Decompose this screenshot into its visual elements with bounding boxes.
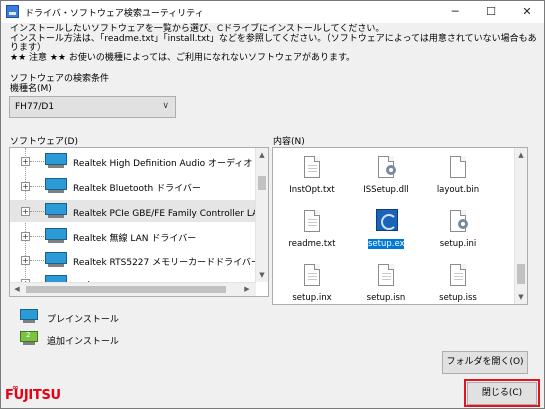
utility-window: ドライバ・ソフトウェア検索ユーティリティ ─ ☐ ✕ インストールしたいソフトウ… <box>0 0 545 409</box>
maximize-button[interactable]: ☐ <box>473 1 509 23</box>
preinstall-legend-label: プレインストール <box>47 315 119 325</box>
file-item[interactable]: ISSetup.dll <box>351 152 421 202</box>
tree-item-wireless-lan[interactable]: + Realtek 無線 LAN ドライバー <box>10 225 255 247</box>
file-name: ISSetup.dll <box>363 185 409 195</box>
model-select[interactable]: FH77/D1 ∨ <box>9 96 176 118</box>
file-name: layout.bin <box>436 185 480 195</box>
tree-vertical-scrollbar[interactable]: ▲ ▼ <box>255 148 268 282</box>
preinstall-monitor-icon <box>45 153 67 168</box>
expand-icon[interactable]: + <box>21 232 30 241</box>
model-name-label: 機種名(M) <box>10 84 52 94</box>
scroll-up-arrow-icon[interactable]: ▲ <box>515 148 527 162</box>
tree-item-lan[interactable]: + Realtek PCIe GBE/FE Family Controller … <box>10 200 268 222</box>
tree-item-label: Realtek RTS5227 メモリーカードドライバー <box>73 258 260 268</box>
close-button-highlight-frame <box>464 379 540 407</box>
scroll-down-arrow-icon[interactable]: ▼ <box>515 290 527 304</box>
expand-icon[interactable]: + <box>21 256 30 265</box>
tree-item-audio[interactable]: + Realtek High Definition Audio オーディオドライ… <box>10 150 268 172</box>
text-file-icon <box>378 264 394 286</box>
title-bar: ドライバ・ソフトウェア検索ユーティリティ ─ ☐ ✕ <box>1 1 544 23</box>
additional-legend-label: 追加インストール <box>47 337 119 347</box>
scroll-down-arrow-icon[interactable]: ▼ <box>256 268 268 282</box>
infinity-icon: ∞ <box>12 383 19 392</box>
tree-item-bluetooth[interactable]: + Realtek Bluetooth ドライバー <box>10 175 255 197</box>
open-folder-button[interactable]: フォルダを開く(O) <box>442 351 528 374</box>
expand-icon[interactable]: + <box>21 182 30 191</box>
contents-vertical-scrollbar[interactable]: ▲ ▼ <box>514 148 527 304</box>
tree-horizontal-scrollbar[interactable]: ◀ ▶ <box>10 282 256 296</box>
file-item[interactable]: setup.isn <box>351 260 421 304</box>
file-name: setup.isn <box>366 293 406 303</box>
scroll-thumb[interactable] <box>517 264 525 284</box>
software-tree[interactable]: + Realtek High Definition Audio オーディオドライ… <box>9 147 269 297</box>
chevron-down-icon: ∨ <box>162 101 169 111</box>
scroll-thumb[interactable] <box>26 286 226 293</box>
app-icon <box>6 5 19 18</box>
file-name: setup.inx <box>292 293 332 303</box>
scroll-left-arrow-icon[interactable]: ◀ <box>10 283 24 296</box>
file-item[interactable]: setup.iss <box>423 260 493 304</box>
software-label: ソフトウェア(D) <box>10 137 78 147</box>
file-item[interactable]: InstOpt.txt <box>277 152 347 202</box>
scroll-thumb[interactable] <box>258 176 266 190</box>
preinstall-monitor-icon <box>45 203 67 218</box>
model-select-value: FH77/D1 <box>15 102 55 112</box>
file-name: readme.txt <box>288 239 336 249</box>
dll-file-icon <box>378 156 396 178</box>
bin-file-icon <box>450 156 466 178</box>
tree-item-card-reader[interactable]: + Realtek RTS5227 メモリーカードドライバー <box>10 249 260 271</box>
contents-label: 内容(N) <box>273 137 305 147</box>
text-file-icon <box>450 264 466 286</box>
fujitsu-logo: FUJITSU ∞ <box>5 383 61 403</box>
tree-item-label: Realtek High Definition Audio オーディオドライバ <box>73 159 269 169</box>
instruction-line-3: ★★ 注意 ★★ お使いの機種によっては、ご利用になれないソフトウェアがあります… <box>10 52 356 63</box>
preinstall-legend-icon <box>20 309 38 323</box>
contents-file-list[interactable]: InstOpt.txt ISSetup.dll layout.bin readm… <box>272 147 528 305</box>
close-window-button[interactable]: ✕ <box>509 1 545 23</box>
preinstall-monitor-icon <box>45 178 67 193</box>
file-name: setup.iss <box>439 293 477 303</box>
text-file-icon <box>304 264 320 286</box>
tree-item-label: Realtek 無線 LAN ドライバー <box>73 234 197 244</box>
scroll-up-arrow-icon[interactable]: ▲ <box>256 148 268 162</box>
text-file-icon <box>304 156 320 178</box>
file-item[interactable]: setup.ini <box>423 206 493 256</box>
instruction-line-2: インストール方法は、「readme.txt」「install.txt」などを参照… <box>10 33 537 53</box>
file-item-selected[interactable]: setup.exe <box>351 206 421 256</box>
file-name: setup.ini <box>439 239 477 249</box>
file-name: setup.exe <box>368 239 410 249</box>
preinstall-monitor-icon <box>45 252 67 267</box>
additional-legend-icon: 2 <box>20 331 38 345</box>
file-name: InstOpt.txt <box>289 185 335 195</box>
minimize-button[interactable]: ─ <box>437 1 473 23</box>
window-title: ドライバ・ソフトウェア検索ユーティリティ <box>25 9 204 19</box>
file-item[interactable]: readme.txt <box>277 206 347 256</box>
instructions: インストールしたいソフトウェアを一覧から選び、Cドライブにインストールしてくださ… <box>10 24 544 63</box>
tree-item-label: Realtek PCIe GBE/FE Family Controller LA… <box>73 209 269 219</box>
preinstall-monitor-icon <box>45 228 67 243</box>
ini-file-icon <box>450 210 468 232</box>
tree-item-label: Realtek Bluetooth ドライバー <box>73 184 201 194</box>
setup-exe-icon <box>376 209 398 231</box>
file-item[interactable]: layout.bin <box>423 152 493 202</box>
additional-legend-number: 2 <box>26 331 31 339</box>
expand-icon[interactable]: + <box>21 207 30 216</box>
text-file-icon <box>304 210 320 232</box>
file-item[interactable]: setup.inx <box>277 260 347 304</box>
expand-icon[interactable]: + <box>21 157 30 166</box>
scroll-right-arrow-icon[interactable]: ▶ <box>240 283 254 296</box>
